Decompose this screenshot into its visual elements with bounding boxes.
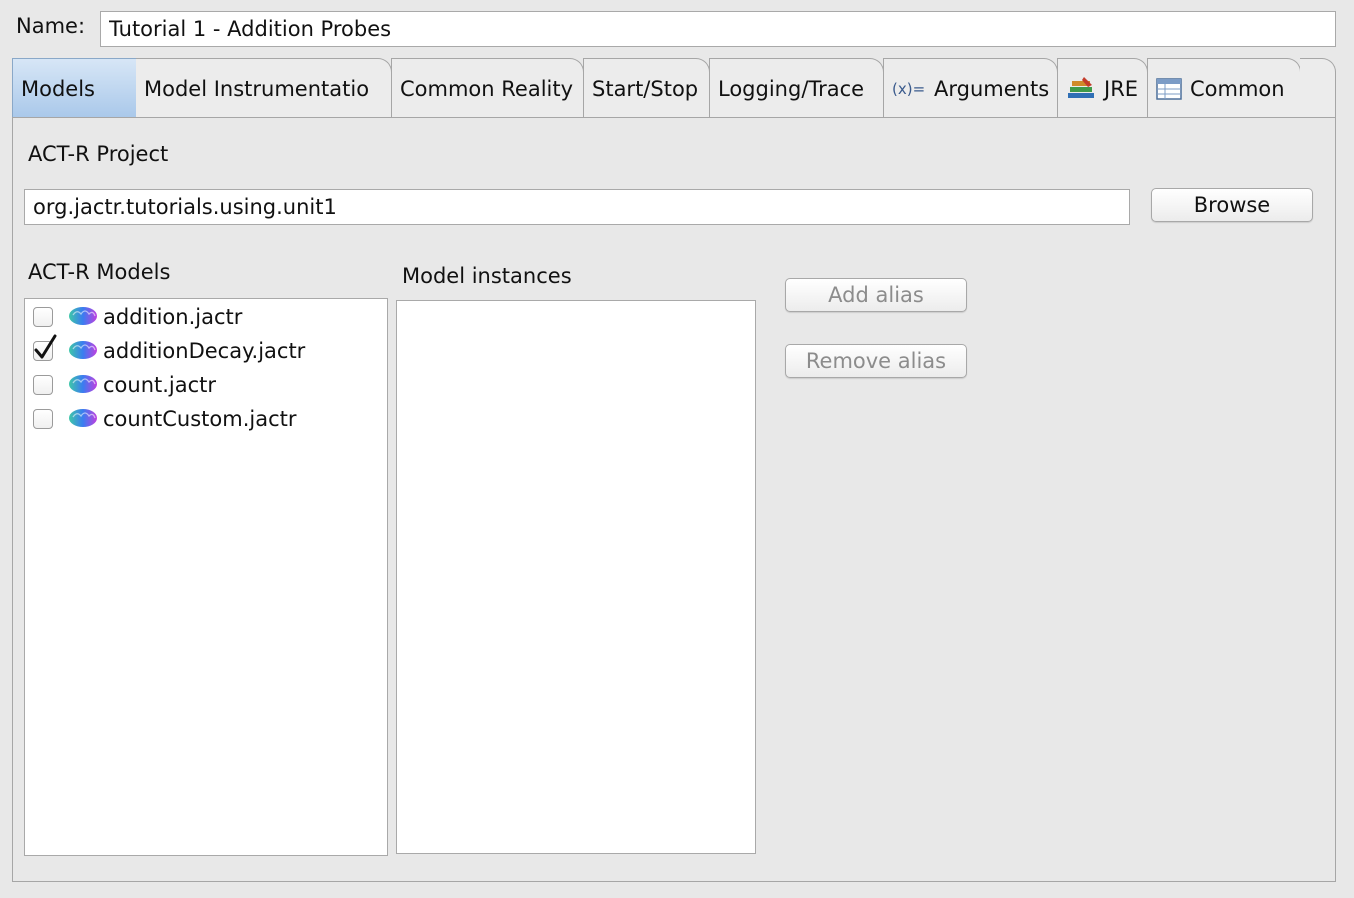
tab-model-instrumentation[interactable]: Model Instrumentatio — [136, 58, 392, 118]
models-list[interactable]: addition.jactr additionDecay.jactr count… — [24, 298, 388, 856]
variables-icon: (x)= — [892, 79, 926, 99]
tab-label: JRE — [1104, 76, 1139, 101]
brain-icon — [67, 337, 99, 366]
project-input[interactable] — [24, 189, 1130, 225]
tab-arguments[interactable]: (x)= Arguments — [883, 58, 1058, 118]
tab-common[interactable]: Common — [1147, 58, 1301, 118]
svg-text:(x)=: (x)= — [892, 80, 925, 98]
tab-logging-trace[interactable]: Logging/Trace — [709, 58, 884, 118]
model-name: countCustom.jactr — [103, 407, 297, 431]
tab-label: Model Instrumentatio — [144, 76, 370, 101]
brain-icon — [67, 405, 99, 434]
brain-icon — [67, 303, 99, 332]
model-checkbox[interactable] — [33, 375, 53, 395]
brain-icon — [67, 371, 99, 400]
tab-label: Arguments — [934, 76, 1050, 101]
tab-label: Start/Stop — [592, 76, 699, 101]
model-checkbox[interactable] — [33, 409, 53, 429]
tab-label: Common Reality — [400, 76, 574, 101]
add-alias-button[interactable]: Add alias — [785, 278, 967, 312]
tab-bar-filler — [1300, 58, 1336, 118]
model-item-additiondecay[interactable]: additionDecay.jactr — [33, 334, 305, 368]
tab-start-stop[interactable]: Start/Stop — [583, 58, 710, 118]
table-icon — [1156, 77, 1182, 100]
browse-button[interactable]: Browse — [1151, 188, 1313, 222]
name-label: Name: — [16, 14, 86, 38]
library-icon — [1066, 76, 1096, 101]
tab-label: Models — [21, 76, 95, 101]
models-label: ACT-R Models — [28, 260, 171, 284]
instances-label: Model instances — [402, 264, 572, 288]
tab-label: Logging/Trace — [718, 76, 865, 101]
model-checkbox-checked[interactable] — [33, 334, 57, 361]
model-item-count[interactable]: count.jactr — [33, 368, 216, 402]
model-name: additionDecay.jactr — [103, 339, 306, 363]
tab-jre[interactable]: JRE — [1057, 58, 1148, 118]
model-name: addition.jactr — [103, 305, 243, 329]
name-input[interactable] — [100, 11, 1336, 47]
tab-bar: Models Model Instrumentatio Common Reali… — [12, 58, 1336, 118]
model-item-addition[interactable]: addition.jactr — [33, 300, 242, 334]
model-checkbox[interactable] — [33, 307, 53, 327]
tab-common-reality[interactable]: Common Reality — [391, 58, 584, 118]
model-item-countcustom[interactable]: countCustom.jactr — [33, 402, 297, 436]
model-instances-list[interactable] — [396, 300, 756, 854]
tab-label: Common — [1190, 76, 1285, 101]
project-label: ACT-R Project — [28, 142, 169, 166]
model-name: count.jactr — [103, 373, 217, 397]
remove-alias-button[interactable]: Remove alias — [785, 344, 967, 378]
